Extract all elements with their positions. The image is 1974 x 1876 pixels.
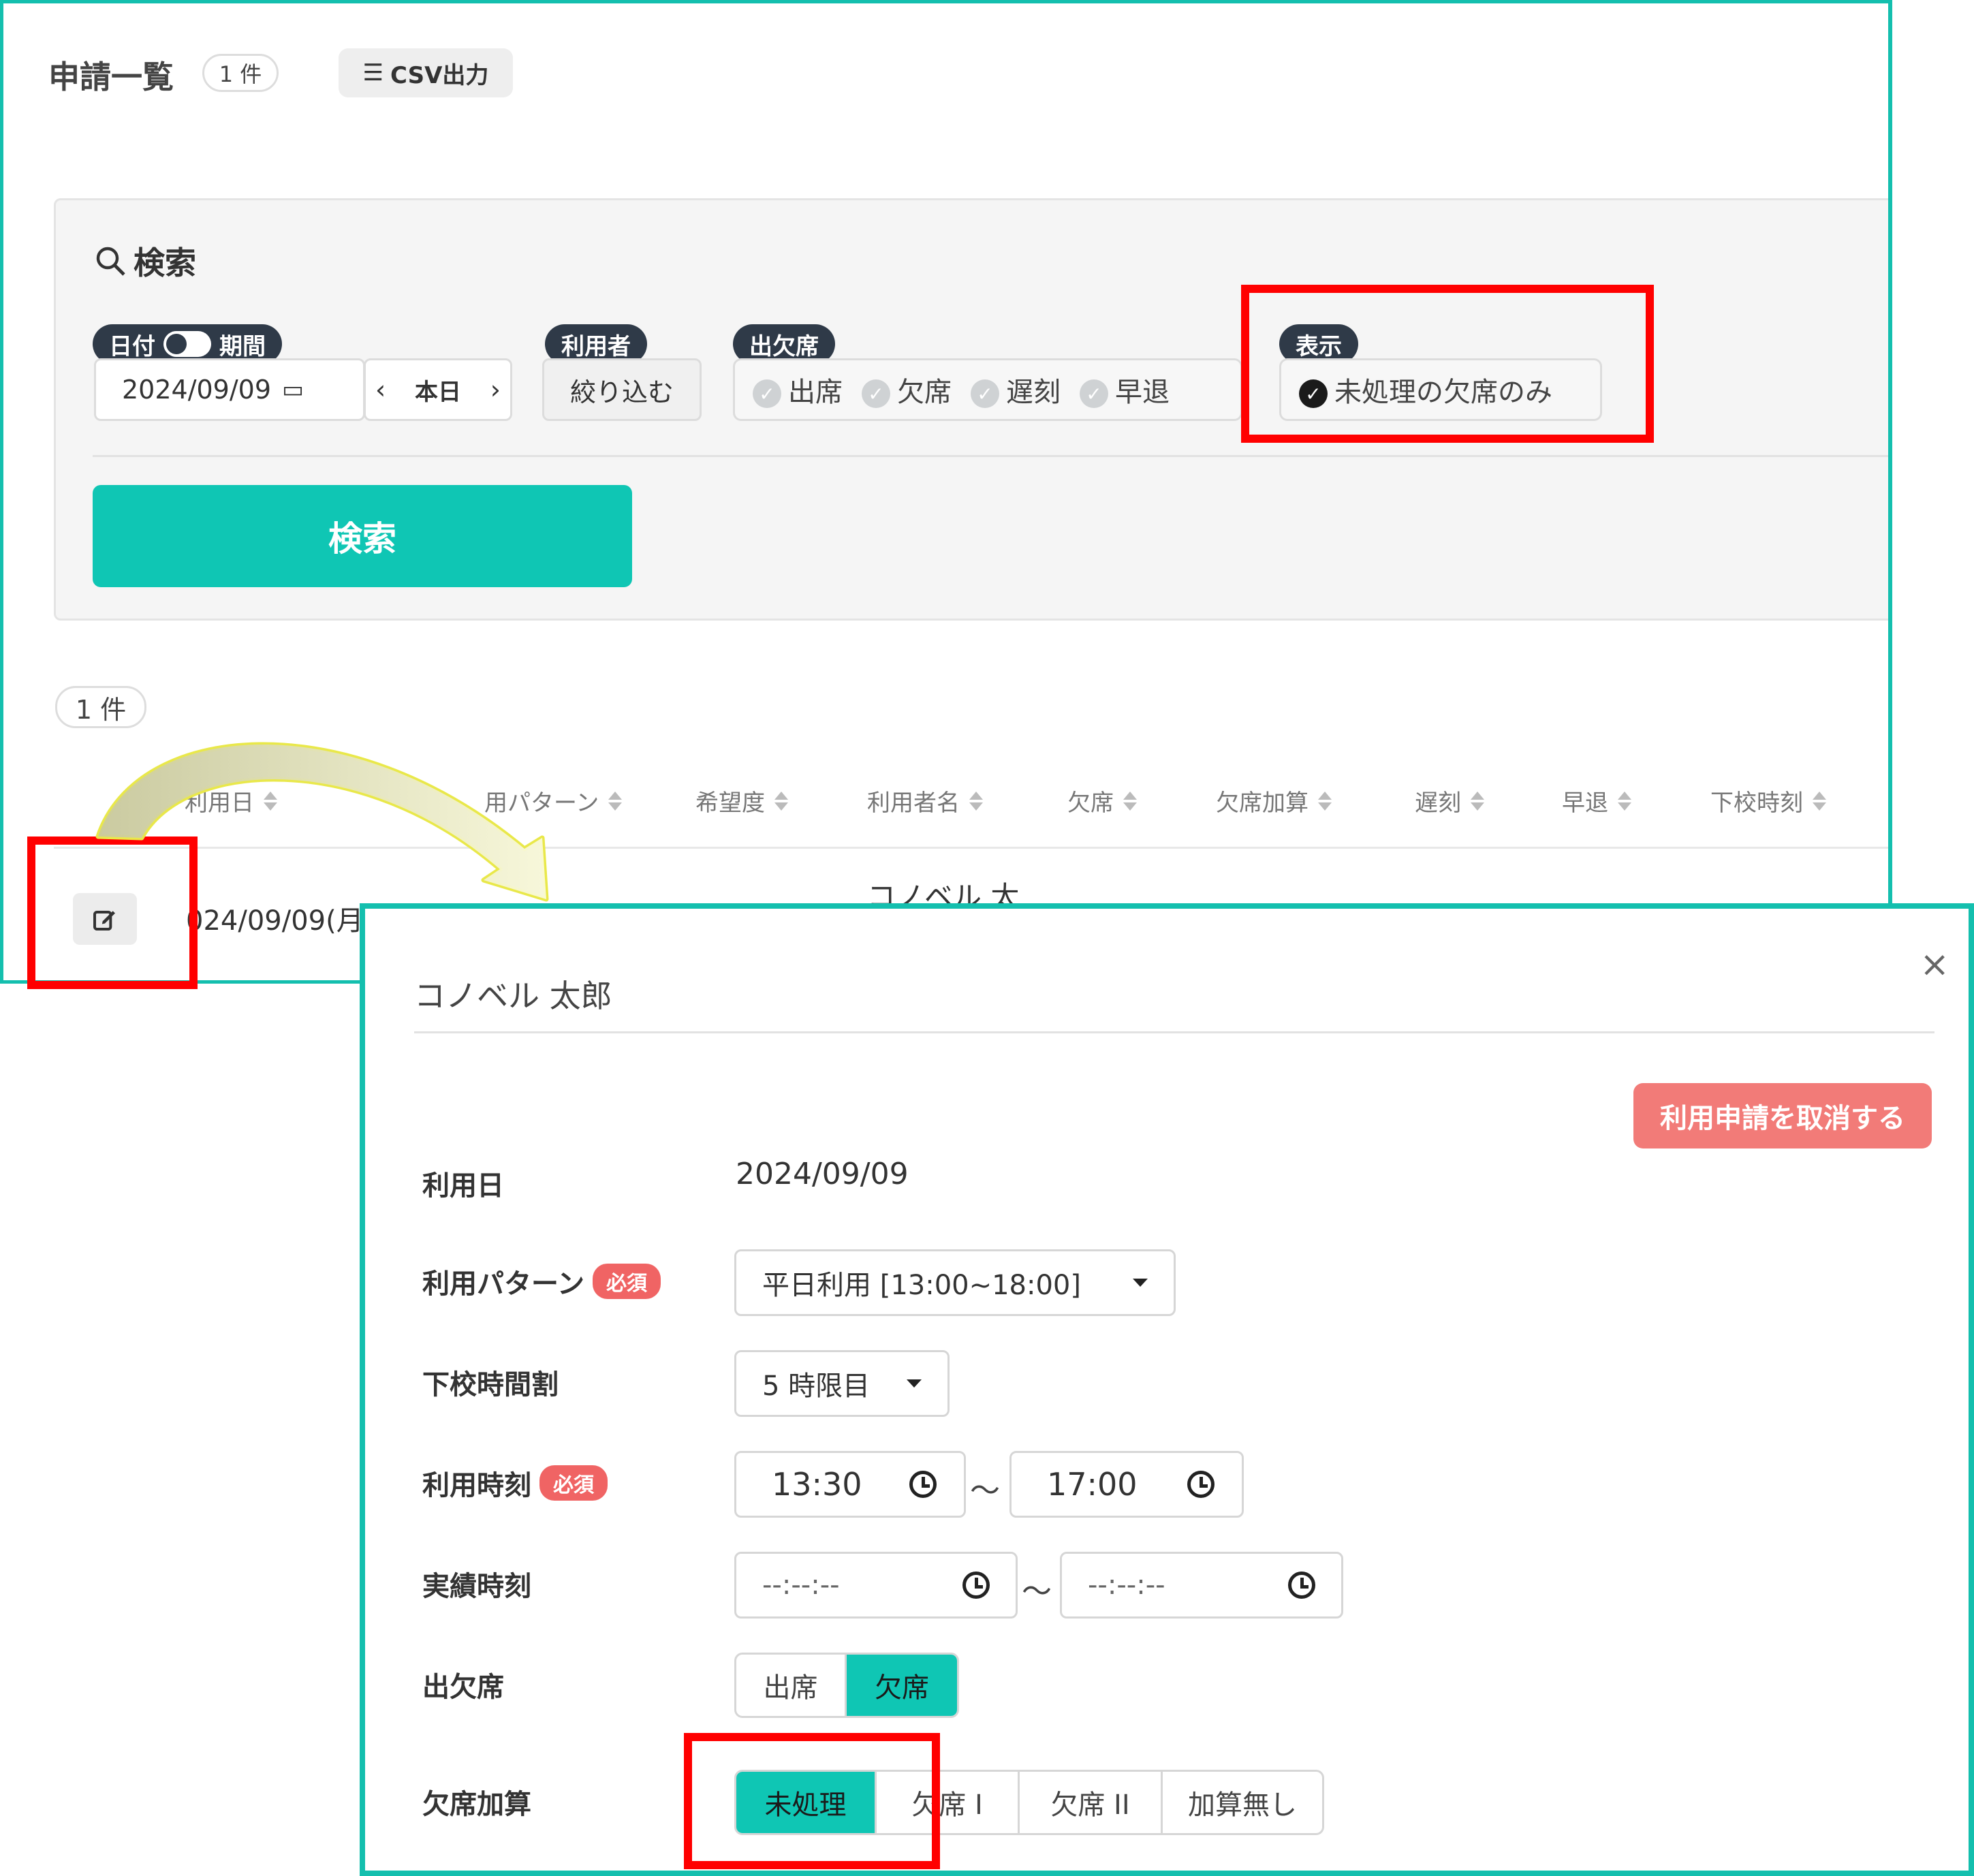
check-icon: ✓ bbox=[971, 379, 999, 408]
usage-time-end-value: 17:00 bbox=[1047, 1466, 1138, 1503]
search-heading-label: 検索 bbox=[134, 245, 196, 281]
highlight-display-filter bbox=[1241, 285, 1654, 443]
attendance-option[interactable]: ✓ 遅刻 bbox=[971, 370, 1061, 409]
column-header[interactable]: 欠席加算 bbox=[1216, 784, 1332, 817]
chevron-right-icon[interactable]: › bbox=[490, 375, 501, 405]
date-input[interactable]: 2024/09/09 ▭ bbox=[94, 358, 365, 421]
dismissal-label: 下校時間割 bbox=[422, 1369, 559, 1401]
column-header[interactable]: 欠席 bbox=[1067, 784, 1137, 817]
divider bbox=[93, 455, 1888, 457]
attendance-present[interactable]: 出席 bbox=[736, 1655, 847, 1716]
actual-time-label: 実績時刻 bbox=[422, 1571, 531, 1602]
curved-arrow-icon bbox=[95, 742, 549, 902]
csv-export-label: CSV出力 bbox=[390, 61, 489, 89]
chevron-left-icon[interactable]: ‹ bbox=[375, 375, 386, 405]
modal-title: コノベル 太郎 bbox=[414, 978, 612, 1014]
pattern-value: 平日利用 [13:00~18:00] bbox=[762, 1270, 1081, 1301]
required-badge: 必須 bbox=[539, 1465, 608, 1501]
dismissal-select[interactable]: 5 時限目 bbox=[734, 1350, 950, 1417]
required-badge: 必須 bbox=[593, 1264, 661, 1299]
caret-down-icon bbox=[907, 1379, 922, 1388]
check-icon: ✓ bbox=[1080, 379, 1108, 408]
actual-time-end[interactable]: --:--:-- bbox=[1060, 1552, 1343, 1619]
usage-time-start-value: 13:30 bbox=[772, 1466, 862, 1503]
column-header[interactable]: 利用者名 bbox=[867, 784, 983, 817]
column-header[interactable]: 早退 bbox=[1562, 784, 1631, 817]
absence-add-none[interactable]: 加算無し bbox=[1163, 1772, 1322, 1833]
check-icon: ✓ bbox=[862, 379, 890, 408]
caret-down-icon bbox=[1133, 1279, 1148, 1287]
cancel-application-button[interactable]: 利用申請を取消する bbox=[1633, 1083, 1932, 1148]
column-header[interactable]: 希望度 bbox=[695, 784, 788, 817]
sort-icon bbox=[1123, 790, 1137, 812]
modal-divider bbox=[414, 1031, 1934, 1033]
attendance-option[interactable]: ✓ 欠席 bbox=[862, 370, 952, 409]
application-edit-modal: コノベル 太郎 × 利用申請を取消する 利用日 2024/09/09 利用パター… bbox=[360, 903, 1974, 1876]
absence-add-type2[interactable]: 欠席 II bbox=[1020, 1772, 1163, 1833]
clock-icon bbox=[962, 1572, 990, 1599]
usage-date-value: 2024/09/09 bbox=[736, 1157, 909, 1191]
list-icon: ☰ bbox=[362, 59, 384, 87]
pattern-label: 利用パターン 必須 bbox=[422, 1262, 661, 1301]
check-icon: ✓ bbox=[753, 379, 781, 408]
date-value: 2024/09/09 bbox=[122, 375, 272, 405]
attendance-label: 出欠席 bbox=[422, 1672, 504, 1703]
range-separator: ～ bbox=[1022, 1574, 1052, 1609]
attendance-segment: 出席 欠席 bbox=[734, 1653, 959, 1718]
close-icon[interactable]: × bbox=[1920, 944, 1949, 985]
range-separator: ～ bbox=[970, 1473, 1000, 1508]
period-tag-label: 期間 bbox=[219, 332, 266, 360]
sort-icon bbox=[1318, 790, 1332, 812]
sort-icon bbox=[969, 790, 983, 812]
usage-time-label: 利用時刻 必須 bbox=[422, 1463, 608, 1503]
absence-add-label: 欠席加算 bbox=[422, 1789, 531, 1820]
count-badge: 1 件 bbox=[202, 54, 279, 92]
calendar-icon[interactable]: ▭ bbox=[282, 376, 304, 403]
search-heading: 検索 bbox=[94, 238, 196, 283]
usage-time-start[interactable]: 13:30 bbox=[734, 1451, 966, 1518]
actual-time-start-value: --:--:-- bbox=[762, 1569, 840, 1601]
sort-icon bbox=[608, 790, 623, 812]
search-icon bbox=[96, 247, 125, 276]
date-tag-label: 日付 bbox=[109, 332, 155, 360]
attendance-absent[interactable]: 欠席 bbox=[847, 1655, 957, 1716]
usage-date-label: 利用日 bbox=[422, 1170, 504, 1202]
dismissal-value: 5 時限目 bbox=[762, 1371, 871, 1402]
date-period-toggle[interactable] bbox=[163, 331, 211, 357]
highlight-unprocessed-option bbox=[684, 1733, 940, 1869]
actual-time-start[interactable]: --:--:-- bbox=[734, 1552, 1018, 1619]
attendance-filter: ✓ 出席 ✓ 欠席 ✓ 遅刻 ✓ 早退 bbox=[733, 358, 1242, 421]
page-title: 申請一覧 bbox=[48, 59, 174, 95]
today-button[interactable]: 本日 bbox=[415, 373, 461, 407]
sort-icon bbox=[774, 790, 788, 812]
sort-icon bbox=[1618, 790, 1631, 812]
sort-icon bbox=[1471, 790, 1484, 812]
attendance-option[interactable]: ✓ 出席 bbox=[753, 370, 843, 409]
pattern-select[interactable]: 平日利用 [13:00~18:00] bbox=[734, 1249, 1176, 1316]
usage-time-end[interactable]: 17:00 bbox=[1009, 1451, 1244, 1518]
search-button[interactable]: 検索 bbox=[93, 485, 632, 587]
clock-icon bbox=[1288, 1572, 1315, 1599]
today-stepper: ‹ 本日 › bbox=[364, 358, 512, 421]
clock-icon bbox=[909, 1471, 937, 1498]
column-header[interactable]: 遅刻 bbox=[1415, 784, 1484, 817]
actual-time-end-value: --:--:-- bbox=[1088, 1569, 1165, 1601]
sort-icon bbox=[1813, 790, 1826, 812]
column-header[interactable]: 下校時刻 bbox=[1710, 784, 1826, 817]
clock-icon bbox=[1187, 1471, 1215, 1498]
attendance-option[interactable]: ✓ 早退 bbox=[1080, 370, 1170, 409]
csv-export-button[interactable]: ☰ CSV出力 bbox=[339, 48, 513, 97]
filter-users-button[interactable]: 絞り込む bbox=[542, 358, 702, 421]
